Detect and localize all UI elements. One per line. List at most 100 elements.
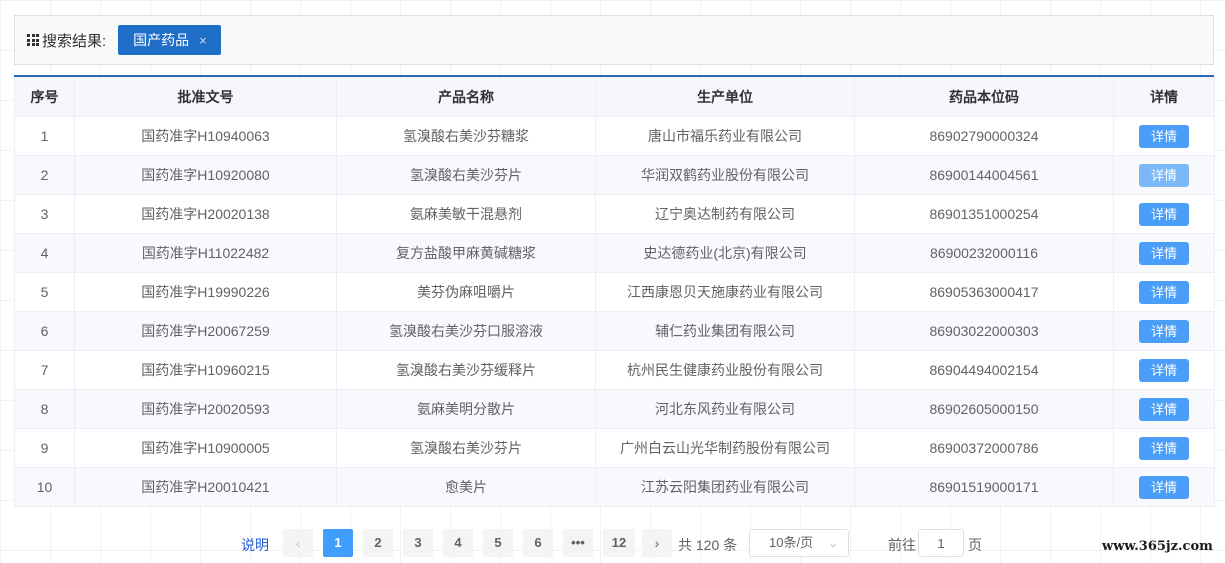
- filter-label: 搜索结果:: [42, 32, 107, 50]
- approval-number: 国药准字H20010421: [74, 467, 337, 507]
- detail-button[interactable]: 详情: [1139, 163, 1189, 187]
- page-button-6[interactable]: 6: [523, 529, 553, 557]
- table-row: 3 国药准字H20020138 氨麻美敏干混悬剂 辽宁奥达制药有限公司 86901351…: [14, 194, 1215, 234]
- manufacturer: 河北东风药业有限公司: [595, 389, 855, 429]
- approval-number: 国药准字H20020593: [74, 389, 337, 429]
- manufacturer: 唐山市福乐药业有限公司: [595, 116, 855, 156]
- filter-tag[interactable]: 国产药品 ×: [118, 25, 221, 55]
- product-name: 氨麻美敏干混悬剂: [336, 194, 596, 234]
- total-count: 共 120 条: [678, 537, 738, 553]
- close-icon[interactable]: ×: [199, 33, 207, 48]
- detail-button[interactable]: 详情: [1139, 475, 1189, 499]
- detail-button[interactable]: 详情: [1139, 319, 1189, 343]
- approval-number: 国药准字H10940063: [74, 116, 337, 156]
- approval-number: 国药准字H11022482: [74, 233, 337, 273]
- detail-button[interactable]: 详情: [1139, 436, 1189, 460]
- product-name: 氢溴酸右美沙芬糖浆: [336, 116, 596, 156]
- row-index: 3: [14, 194, 75, 234]
- help-link[interactable]: 说明: [241, 535, 269, 555]
- detail-cell: 详情: [1113, 116, 1215, 156]
- product-name: 氢溴酸右美沙芬缓释片: [336, 350, 596, 390]
- table-row: 8 国药准字H20020593 氨麻美明分散片 河北东风药业有限公司 869026050…: [14, 389, 1215, 429]
- detail-button[interactable]: 详情: [1139, 358, 1189, 382]
- filter-bar: 搜索结果: 国产药品 ×: [14, 15, 1214, 65]
- site-watermark: www.365jz.com: [1102, 539, 1213, 554]
- table-row: 9 国药准字H10900005 氢溴酸右美沙芬片 广州白云山光华制药股份有限公司 869…: [14, 428, 1215, 468]
- row-index: 5: [14, 272, 75, 312]
- column-header-approval: 批准文号: [74, 77, 337, 117]
- filter-tag-label: 国产药品: [133, 32, 190, 48]
- row-index: 7: [14, 350, 75, 390]
- row-index: 1: [14, 116, 75, 156]
- product-name: 美芬伪麻咀嚼片: [336, 272, 596, 312]
- table-header-row: 序号 批准文号 产品名称 生产单位 药品本位码 详情: [14, 77, 1215, 117]
- column-header-code: 药品本位码: [854, 77, 1114, 117]
- table-row: 4 国药准字H11022482 复方盐酸甲麻黄碱糖浆 史达德药业(北京)有限公司 869…: [14, 233, 1215, 273]
- page-button-1[interactable]: 1: [323, 529, 353, 557]
- approval-number: 国药准字H10920080: [74, 155, 337, 195]
- drug-code: 86903022000303: [854, 311, 1114, 351]
- approval-number: 国药准字H10960215: [74, 350, 337, 390]
- drug-code: 86902605000150: [854, 389, 1114, 429]
- drug-code: 86902790000324: [854, 116, 1114, 156]
- results-table: 序号 批准文号 产品名称 生产单位 药品本位码 详情 1 国药准字H1094006…: [14, 75, 1215, 507]
- row-index: 10: [14, 467, 75, 507]
- product-name: 氢溴酸右美沙芬片: [336, 155, 596, 195]
- detail-cell: 详情: [1113, 233, 1215, 273]
- page-button-2[interactable]: 2: [363, 529, 393, 557]
- page-button-3[interactable]: 3: [403, 529, 433, 557]
- page-size-select[interactable]: 10条/页 ⌄: [749, 529, 849, 557]
- grid-icon: [27, 34, 39, 46]
- approval-number: 国药准字H20020138: [74, 194, 337, 234]
- more-pages-button[interactable]: •••: [563, 529, 593, 557]
- row-index: 4: [14, 233, 75, 273]
- row-index: 6: [14, 311, 75, 351]
- manufacturer: 辅仁药业集团有限公司: [595, 311, 855, 351]
- next-page-button[interactable]: ›: [642, 529, 672, 557]
- drug-code: 86904494002154: [854, 350, 1114, 390]
- detail-cell: 详情: [1113, 311, 1215, 351]
- approval-number: 国药准字H20067259: [74, 311, 337, 351]
- detail-button[interactable]: 详情: [1139, 202, 1189, 226]
- manufacturer: 广州白云山光华制药股份有限公司: [595, 428, 855, 468]
- goto-suffix: 页: [968, 537, 982, 553]
- page-button-4[interactable]: 4: [443, 529, 473, 557]
- goto-page-input[interactable]: [918, 529, 964, 557]
- approval-number: 国药准字H19990226: [74, 272, 337, 312]
- detail-cell: 详情: [1113, 389, 1215, 429]
- manufacturer: 杭州民生健康药业股份有限公司: [595, 350, 855, 390]
- drug-code: 86900372000786: [854, 428, 1114, 468]
- detail-cell: 详情: [1113, 155, 1215, 195]
- product-name: 氢溴酸右美沙芬片: [336, 428, 596, 468]
- manufacturer: 华润双鹤药业股份有限公司: [595, 155, 855, 195]
- detail-cell: 详情: [1113, 350, 1215, 390]
- column-header-product: 产品名称: [336, 77, 596, 117]
- drug-code: 86900232000116: [854, 233, 1114, 273]
- manufacturer: 史达德药业(北京)有限公司: [595, 233, 855, 273]
- page-button-5[interactable]: 5: [483, 529, 513, 557]
- table-row: 7 国药准字H10960215 氢溴酸右美沙芬缓释片 杭州民生健康药业股份有限公司 86…: [14, 350, 1215, 390]
- page-size-value: 10条/页: [769, 535, 814, 550]
- table-row: 5 国药准字H19990226 美芬伪麻咀嚼片 江西康恩贝天施康药业有限公司 86905…: [14, 272, 1215, 312]
- table-row: 6 国药准字H20067259 氢溴酸右美沙芬口服溶液 辅仁药业集团有限公司 86903…: [14, 311, 1215, 351]
- column-header-maker: 生产单位: [595, 77, 855, 117]
- prev-page-button[interactable]: ‹: [283, 529, 313, 557]
- pagination: 说明 ‹ 1 2 3 4 5 6 ••• 12 › 共 120 条 10条/页 …: [0, 527, 1225, 559]
- table-row: 10 国药准字H20010421 愈美片 江苏云阳集团药业有限公司 8690151900…: [14, 467, 1215, 507]
- row-index: 8: [14, 389, 75, 429]
- detail-cell: 详情: [1113, 467, 1215, 507]
- product-name: 复方盐酸甲麻黄碱糖浆: [336, 233, 596, 273]
- row-index: 9: [14, 428, 75, 468]
- detail-button[interactable]: 详情: [1139, 124, 1189, 148]
- drug-code: 86901519000171: [854, 467, 1114, 507]
- product-name: 氨麻美明分散片: [336, 389, 596, 429]
- detail-button[interactable]: 详情: [1139, 397, 1189, 421]
- detail-button[interactable]: 详情: [1139, 280, 1189, 304]
- table-row: 2 国药准字H10920080 氢溴酸右美沙芬片 华润双鹤药业股份有限公司 869001…: [14, 155, 1215, 195]
- detail-cell: 详情: [1113, 194, 1215, 234]
- page-button-12[interactable]: 12: [603, 529, 635, 557]
- table-row: 1 国药准字H10940063 氢溴酸右美沙芬糖浆 唐山市福乐药业有限公司 869027…: [14, 116, 1215, 156]
- product-name: 氢溴酸右美沙芬口服溶液: [336, 311, 596, 351]
- detail-button[interactable]: 详情: [1139, 241, 1189, 265]
- drug-code: 86905363000417: [854, 272, 1114, 312]
